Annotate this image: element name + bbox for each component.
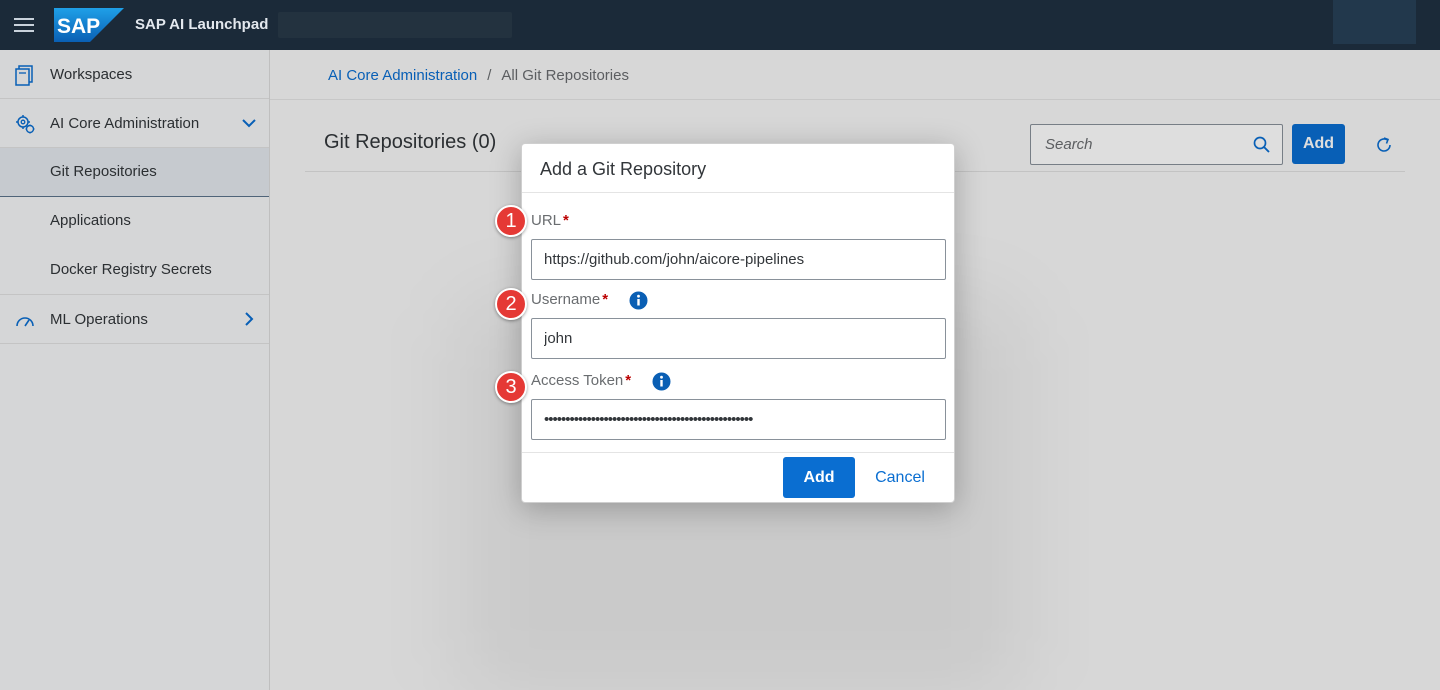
sap-logo-icon: SAP [54,8,124,42]
add-button[interactable]: Add [783,457,855,498]
username-field[interactable] [531,318,946,359]
add-git-repository-dialog: Add a Git Repository URL* Username* Acce… [521,143,955,503]
step-badge-1: 1 [495,205,527,237]
dialog-title: Add a Git Repository [540,159,707,179]
required-marker: * [602,291,609,308]
cancel-button[interactable]: Cancel [868,457,932,498]
svg-text:SAP: SAP [57,15,100,38]
info-icon[interactable] [629,291,648,310]
required-marker: * [625,372,632,389]
dialog-footer-divider [522,452,954,453]
step-badge-2: 2 [495,288,527,320]
access-token-field[interactable] [531,399,946,440]
url-label: URL * [531,212,569,229]
avatar[interactable] [1333,0,1416,44]
url-field[interactable] [531,239,946,280]
app-title: SAP AI Launchpad [135,16,269,33]
shell-search-placeholder [278,12,512,38]
username-label: Username * [531,291,609,308]
access-token-label: Access Token * [531,372,632,389]
info-icon[interactable] [652,372,671,391]
menu-icon[interactable] [14,17,34,33]
step-badge-3: 3 [495,371,527,403]
shell-bar: SAP SAP AI Launchpad [0,0,1440,50]
dialog-header: Add a Git Repository [522,144,954,193]
required-marker: * [563,212,569,229]
